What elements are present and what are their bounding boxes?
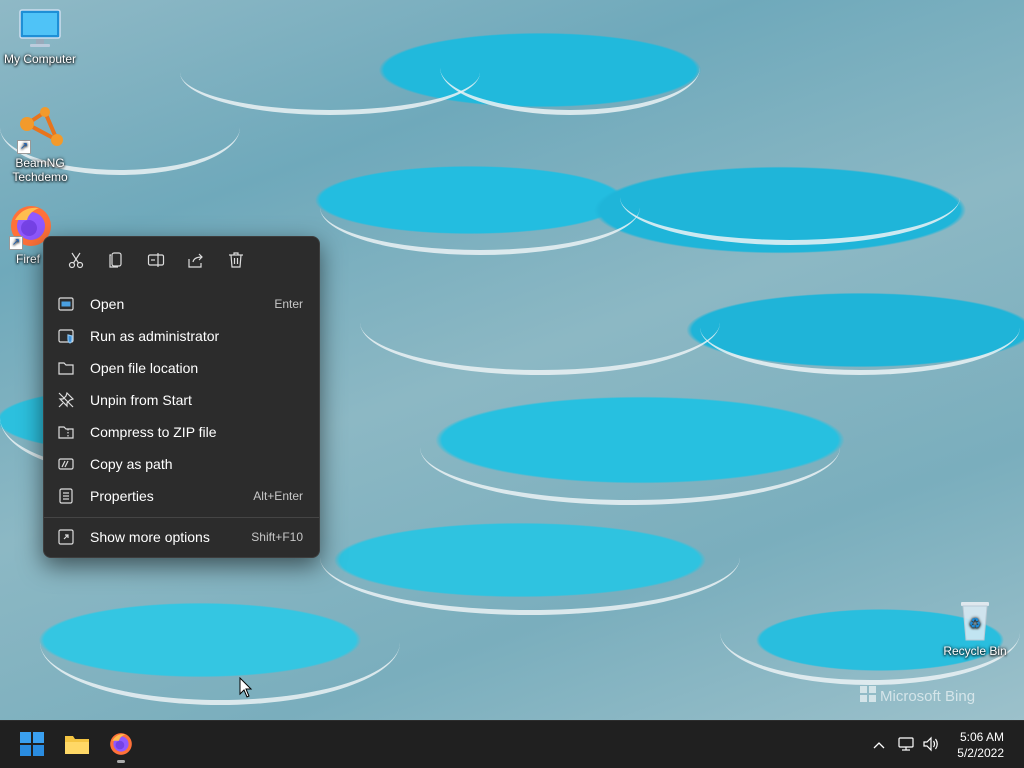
menu-item-run-as-administrator[interactable]: Run as administrator bbox=[48, 321, 315, 351]
show-hidden-icons-button[interactable] bbox=[868, 721, 890, 768]
volume-button[interactable] bbox=[920, 721, 942, 768]
clock-date: 5/2/2022 bbox=[957, 746, 1004, 760]
menu-separator bbox=[44, 517, 319, 518]
properties-icon bbox=[58, 488, 86, 504]
desktop-icon-label: My Computer bbox=[3, 52, 77, 66]
menu-item-show-more-options[interactable]: Show more options Shift+F10 bbox=[48, 522, 315, 552]
cut-button[interactable] bbox=[56, 245, 96, 277]
monitor-icon bbox=[18, 8, 62, 50]
menu-item-shortcut: Shift+F10 bbox=[251, 530, 303, 544]
firefox-icon bbox=[108, 731, 134, 760]
menu-item-compress-to-zip[interactable]: Compress to ZIP file bbox=[48, 417, 315, 447]
desktop-icon-label: BeamNG Techdemo bbox=[12, 156, 68, 184]
context-menu-toolbar bbox=[44, 237, 319, 285]
network-icon bbox=[898, 736, 916, 755]
desktop-icon-beamng[interactable]: ↗ BeamNG Techdemo bbox=[0, 104, 80, 184]
menu-item-label: Unpin from Start bbox=[90, 392, 192, 408]
menu-item-label: Open file location bbox=[90, 360, 199, 376]
windows-logo-icon bbox=[860, 686, 876, 706]
wallpaper-ridge bbox=[40, 580, 400, 705]
wallpaper-ridge bbox=[620, 150, 960, 245]
chevron-up-icon bbox=[872, 738, 886, 753]
unpin-icon bbox=[58, 392, 86, 408]
clock-time: 5:06 AM bbox=[959, 730, 1004, 744]
running-indicator bbox=[117, 760, 125, 763]
rename-button[interactable] bbox=[136, 245, 176, 277]
more-options-icon bbox=[58, 529, 86, 545]
wallpaper-ridge bbox=[320, 500, 740, 615]
taskbar-file-explorer[interactable] bbox=[57, 727, 97, 763]
menu-item-open-file-location[interactable]: Open file location bbox=[48, 353, 315, 383]
shortcut-arrow-icon: ↗ bbox=[9, 236, 23, 250]
desktop-icon-recycle-bin[interactable]: ♻ Recycle Bin bbox=[935, 596, 1015, 658]
desktop-icon-label: Recycle Bin bbox=[943, 644, 1007, 658]
menu-item-label: Open bbox=[90, 296, 125, 312]
context-menu: Open Enter Run as administrator Open fil… bbox=[43, 236, 320, 558]
beamng-icon: ↗ bbox=[15, 104, 65, 154]
wallpaper-ridge bbox=[180, 30, 480, 115]
copy-button[interactable] bbox=[96, 245, 136, 277]
taskbar-firefox[interactable] bbox=[101, 727, 141, 763]
folder-icon bbox=[58, 360, 86, 376]
watermark-text: Microsoft Bing bbox=[880, 687, 976, 705]
wallpaper-ridge bbox=[360, 270, 720, 375]
open-icon bbox=[58, 296, 86, 312]
menu-item-open[interactable]: Open Enter bbox=[48, 289, 315, 319]
menu-item-shortcut: Alt+Enter bbox=[253, 489, 303, 503]
recycle-bin-icon: ♻ bbox=[955, 596, 995, 642]
menu-item-label: Compress to ZIP file bbox=[90, 424, 217, 440]
share-icon bbox=[187, 251, 205, 272]
menu-item-label: Copy as path bbox=[90, 456, 173, 472]
trash-icon bbox=[227, 251, 245, 272]
svg-text:♻: ♻ bbox=[969, 616, 982, 632]
menu-item-label: Properties bbox=[90, 488, 154, 504]
menu-item-label: Run as administrator bbox=[90, 328, 220, 344]
delete-button[interactable] bbox=[216, 245, 256, 277]
file-explorer-icon bbox=[64, 733, 90, 758]
menu-item-copy-as-path[interactable]: Copy as path bbox=[48, 449, 315, 479]
start-button[interactable] bbox=[12, 727, 52, 763]
clock[interactable]: 5:06 AM 5/2/2022 bbox=[957, 729, 1004, 761]
scissors-icon bbox=[67, 251, 85, 272]
menu-item-shortcut: Enter bbox=[274, 297, 303, 311]
shortcut-arrow-icon: ↗ bbox=[17, 140, 31, 154]
admin-shield-icon bbox=[58, 328, 86, 344]
wallpaper-ridge bbox=[420, 390, 840, 505]
wallpaper-ridge bbox=[320, 160, 640, 255]
menu-item-properties[interactable]: Properties Alt+Enter bbox=[48, 481, 315, 511]
wallpaper-ridge bbox=[440, 20, 700, 115]
volume-icon bbox=[922, 736, 940, 755]
zip-folder-icon bbox=[58, 424, 86, 440]
menu-item-unpin-from-start[interactable]: Unpin from Start bbox=[48, 385, 315, 415]
path-icon bbox=[58, 456, 86, 472]
bing-watermark: Microsoft Bing bbox=[860, 686, 975, 706]
desktop-icon-my-computer[interactable]: My Computer bbox=[0, 8, 80, 66]
windows-start-icon bbox=[20, 731, 44, 759]
rename-icon bbox=[147, 251, 165, 272]
copy-icon bbox=[107, 251, 125, 272]
share-button[interactable] bbox=[176, 245, 216, 277]
wallpaper-ridge bbox=[700, 280, 1020, 375]
network-button[interactable] bbox=[896, 721, 918, 768]
menu-item-label: Show more options bbox=[90, 529, 210, 545]
mouse-cursor-icon bbox=[239, 676, 253, 702]
taskbar: 5:06 AM 5/2/2022 bbox=[0, 720, 1024, 768]
